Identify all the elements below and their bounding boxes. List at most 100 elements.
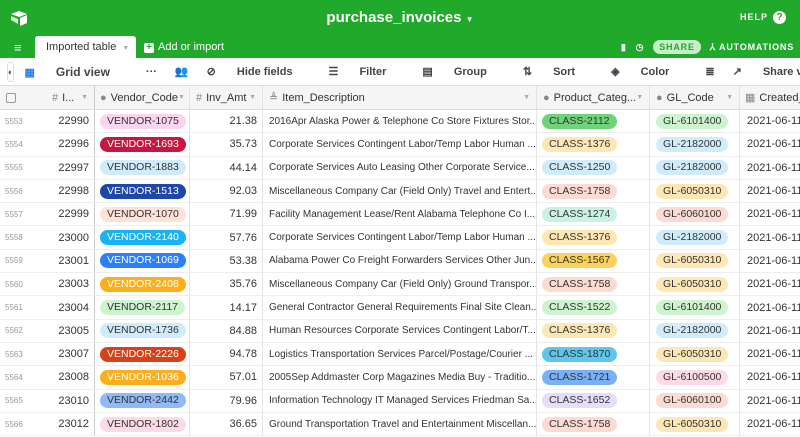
cell-id[interactable]: 23003 xyxy=(40,273,95,296)
cell-inv-amt[interactable]: 53.38 xyxy=(190,249,263,273)
table-row[interactable]: 5558 23000 VENDOR-2140 57.76 Corporate S… xyxy=(0,226,800,250)
color-button[interactable]: ◈ Color xyxy=(611,65,687,78)
more-options-icon[interactable]: ··· xyxy=(146,66,157,78)
cell-item-description[interactable]: 2016Apr Alaska Power & Telephone Co Stor… xyxy=(263,110,537,133)
cell-vendor-code[interactable]: VENDOR-1736 xyxy=(95,319,190,342)
cell-created[interactable]: 2021-06-11 xyxy=(740,110,800,132)
table-row[interactable]: 5559 23001 VENDOR-1069 53.38 Alabama Pow… xyxy=(0,249,800,274)
cell-inv-amt[interactable]: 14.17 xyxy=(190,296,263,319)
cell-gl-code[interactable]: GL-2182000 xyxy=(650,156,740,179)
cell-vendor-code[interactable]: VENDOR-1070 xyxy=(95,203,190,226)
cell-created[interactable]: 2021-06-11 xyxy=(740,343,800,365)
chevron-down-icon[interactable]: ▼ xyxy=(726,94,733,101)
cell-inv-amt[interactable]: 57.01 xyxy=(190,366,263,389)
column-header-created[interactable]: ▦Created_ xyxy=(740,86,800,109)
cell-id[interactable]: 23012 xyxy=(40,412,95,436)
column-header-gl-code[interactable]: ● GL_Code ▼ xyxy=(650,86,740,109)
cell-vendor-code[interactable]: VENDOR-2226 xyxy=(95,342,190,366)
share-button[interactable]: SHARE xyxy=(653,40,701,54)
cell-item-description[interactable]: Corporate Services Auto Leasing Other Co… xyxy=(263,156,537,179)
cell-product-category[interactable]: CLASS-2112 xyxy=(537,110,650,133)
cell-created[interactable]: 2021-06-11 xyxy=(740,180,800,202)
cell-product-category[interactable]: CLASS-1758 xyxy=(537,273,650,296)
cell-product-category[interactable]: CLASS-1250 xyxy=(537,156,650,179)
cell-id[interactable]: 22998 xyxy=(40,179,95,203)
cell-product-category[interactable]: CLASS-1870 xyxy=(537,342,650,366)
cell-inv-amt[interactable]: 92.03 xyxy=(190,179,263,203)
cell-created[interactable]: 2021-06-11 xyxy=(740,203,800,225)
cell-product-category[interactable]: CLASS-1721 xyxy=(537,366,650,389)
cell-item-description[interactable]: 2005Sep Addmaster Corp Magazines Media B… xyxy=(263,366,537,389)
share-view-button[interactable]: ↗ Share view xyxy=(733,65,800,78)
cell-item-description[interactable]: Ground Transportation Travel and Enterta… xyxy=(263,412,537,436)
cell-inv-amt[interactable]: 71.99 xyxy=(190,203,263,226)
cell-id[interactable]: 22999 xyxy=(40,203,95,226)
cell-item-description[interactable]: Miscellaneous Company Car (Field Only) G… xyxy=(263,273,537,296)
cell-product-category[interactable]: CLASS-1567 xyxy=(537,249,650,273)
cell-item-description[interactable]: Information Technology IT Managed Servic… xyxy=(263,389,537,412)
cell-created[interactable]: 2021-06-11 xyxy=(740,320,800,342)
table-row[interactable]: 5566 23012 VENDOR-1802 36.65 Ground Tran… xyxy=(0,412,800,437)
cell-id[interactable]: 23007 xyxy=(40,342,95,366)
view-switcher[interactable]: ▦ Grid view xyxy=(24,65,127,79)
table-row[interactable]: 5557 22999 VENDOR-1070 71.99 Facility Ma… xyxy=(0,203,800,227)
cell-gl-code[interactable]: GL-6101400 xyxy=(650,110,740,133)
cell-vendor-code[interactable]: VENDOR-1883 xyxy=(95,156,190,179)
cell-inv-amt[interactable]: 44.14 xyxy=(190,156,263,179)
cell-created[interactable]: 2021-06-11 xyxy=(740,390,800,412)
cell-id[interactable]: 22996 xyxy=(40,133,95,156)
trash-icon[interactable]: ▮ xyxy=(621,42,627,53)
cell-gl-code[interactable]: GL-2182000 xyxy=(650,226,740,249)
filter-button[interactable]: ☰ Filter xyxy=(329,65,405,78)
tab-imported-table[interactable]: Imported table ▼ xyxy=(35,36,136,58)
cell-product-category[interactable]: CLASS-1274 xyxy=(537,203,650,226)
column-header-product-category[interactable]: ● Product_Categ... ▼ xyxy=(537,86,650,109)
table-row[interactable]: 5563 23007 VENDOR-2226 94.78 Logistics T… xyxy=(0,342,800,367)
cell-id[interactable]: 22997 xyxy=(40,156,95,179)
cell-product-category[interactable]: CLASS-1758 xyxy=(537,412,650,436)
cell-gl-code[interactable]: GL-6050310 xyxy=(650,342,740,366)
table-row[interactable]: 5560 23003 VENDOR-2408 35.76 Miscellaneo… xyxy=(0,273,800,297)
row-height-icon[interactable]: ≣ xyxy=(705,65,714,78)
cell-created[interactable]: 2021-06-11 xyxy=(740,413,800,435)
add-or-import-button[interactable]: + Add or import xyxy=(144,41,224,53)
table-row[interactable]: 5556 22998 VENDOR-1513 92.03 Miscellaneo… xyxy=(0,179,800,204)
cell-item-description[interactable]: Corporate Services Contingent Labor/Temp… xyxy=(263,226,537,249)
table-row[interactable]: 5562 23005 VENDOR-1736 84.88 Human Resou… xyxy=(0,319,800,343)
cell-vendor-code[interactable]: VENDOR-1802 xyxy=(95,412,190,436)
cell-vendor-code[interactable]: VENDOR-2140 xyxy=(95,226,190,249)
cell-inv-amt[interactable]: 57.76 xyxy=(190,226,263,249)
cell-inv-amt[interactable]: 84.88 xyxy=(190,319,263,342)
cell-product-category[interactable]: CLASS-1758 xyxy=(537,179,650,203)
cell-created[interactable]: 2021-06-11 xyxy=(740,157,800,179)
cell-created[interactable]: 2021-06-11 xyxy=(740,366,800,388)
cell-created[interactable]: 2021-06-11 xyxy=(740,250,800,272)
cell-gl-code[interactable]: GL-6050310 xyxy=(650,249,740,273)
cell-created[interactable]: 2021-06-11 xyxy=(740,133,800,155)
cell-inv-amt[interactable]: 79.96 xyxy=(190,389,263,412)
chevron-down-icon[interactable]: ▼ xyxy=(523,94,530,101)
chevron-down-icon[interactable]: ▼ xyxy=(81,94,88,101)
cell-inv-amt[interactable]: 94.78 xyxy=(190,342,263,366)
cell-product-category[interactable]: CLASS-1522 xyxy=(537,296,650,319)
cell-inv-amt[interactable]: 35.73 xyxy=(190,133,263,156)
cell-id[interactable]: 23008 xyxy=(40,366,95,389)
cell-vendor-code[interactable]: VENDOR-2117 xyxy=(95,296,190,319)
cell-id[interactable]: 23000 xyxy=(40,226,95,249)
help-link[interactable]: HELP xyxy=(740,12,768,22)
cell-item-description[interactable]: Corporate Services Contingent Labor/Temp… xyxy=(263,133,537,156)
table-row[interactable]: 5561 23004 VENDOR-2117 14.17 General Con… xyxy=(0,296,800,320)
sort-button[interactable]: ⇅ Sort xyxy=(523,65,593,78)
select-all-checkbox[interactable] xyxy=(0,86,40,109)
cell-gl-code[interactable]: GL-6050310 xyxy=(650,412,740,436)
cell-inv-amt[interactable]: 36.65 xyxy=(190,412,263,436)
cell-item-description[interactable]: Logistics Transportation Services Parcel… xyxy=(263,342,537,366)
cell-id[interactable]: 23004 xyxy=(40,296,95,319)
cell-vendor-code[interactable]: VENDOR-1069 xyxy=(95,249,190,273)
chevron-down-icon[interactable]: ▼ xyxy=(122,45,129,52)
cell-id[interactable]: 23001 xyxy=(40,249,95,273)
history-icon[interactable]: ◷ xyxy=(636,42,645,53)
table-row[interactable]: 5553 22990 VENDOR-1075 21.38 2016Apr Ala… xyxy=(0,110,800,134)
cell-inv-amt[interactable]: 35.76 xyxy=(190,273,263,296)
cell-vendor-code[interactable]: VENDOR-1693 xyxy=(95,133,190,156)
